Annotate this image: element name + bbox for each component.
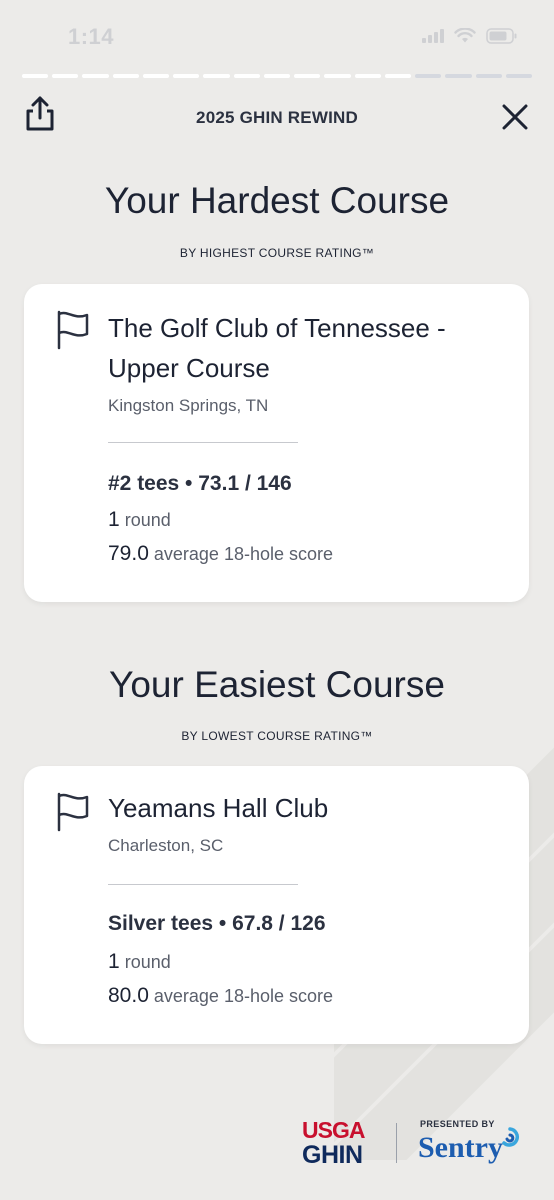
rounds-label: round xyxy=(124,510,171,530)
story-progress-bar xyxy=(22,74,532,78)
sentry-swirl-icon xyxy=(502,1127,519,1147)
progress-segment xyxy=(82,74,109,78)
close-icon xyxy=(502,104,528,130)
card-divider xyxy=(108,884,298,885)
course-name-line-2: Upper Course xyxy=(108,353,270,383)
progress-segment xyxy=(112,74,139,78)
progress-segment xyxy=(22,74,49,78)
header-title: 2025 GHIN REWIND xyxy=(196,108,358,127)
progress-segment xyxy=(354,74,381,78)
progress-segment xyxy=(173,74,200,78)
card-divider xyxy=(108,442,298,443)
progress-segment xyxy=(233,74,260,78)
close-button[interactable] xyxy=(500,102,530,132)
status-bar: 1:14 xyxy=(0,0,554,70)
sentry-logo: Sentry xyxy=(418,1131,503,1164)
course-name-line-1: The Golf Club of Tennessee - xyxy=(108,313,446,343)
logo-divider xyxy=(396,1123,397,1163)
easiest-course-subtitle: BY LOWEST COURSE RATING™ xyxy=(181,729,373,743)
hardest-course-card: The Golf Club of Tennessee - Upper Cours… xyxy=(24,284,529,602)
progress-segment xyxy=(294,74,321,78)
easiest-course-card: Yeamans Hall Club Charleston, SC Silver … xyxy=(24,766,529,1044)
progress-segment xyxy=(324,74,351,78)
flag-icon xyxy=(57,792,89,832)
average-label: average 18-hole score xyxy=(153,544,334,564)
average-label: average 18-hole score xyxy=(153,986,334,1006)
status-icons xyxy=(422,28,518,44)
footer-logos: USGA GHIN PRESENTED BY Sentry xyxy=(300,1115,530,1175)
usga-logo: USGA xyxy=(302,1117,365,1143)
battery-icon xyxy=(486,28,518,44)
wifi-icon xyxy=(454,28,476,44)
progress-segment xyxy=(52,74,79,78)
rounds-label: round xyxy=(124,952,171,972)
progress-segment xyxy=(475,74,502,78)
progress-segment xyxy=(445,74,472,78)
hardest-course-subtitle: BY HIGHEST COURSE RATING™ xyxy=(179,246,375,260)
course-location: Charleston, SC xyxy=(108,836,224,855)
progress-segment xyxy=(384,74,412,78)
status-time: 1:14 xyxy=(68,24,115,49)
progress-segment xyxy=(415,74,442,78)
header: 2025 GHIN REWIND xyxy=(0,92,554,142)
rounds-value: 1 xyxy=(108,508,120,531)
progress-segment xyxy=(142,74,170,78)
ghin-logo: GHIN xyxy=(302,1141,363,1169)
tee-rating: Silver tees • 67.8 / 126 xyxy=(108,912,326,935)
average-score: 79.0 average 18-hole score xyxy=(108,542,333,566)
rounds-played: 1 round xyxy=(108,508,171,532)
flag-icon xyxy=(57,310,89,350)
course-name-line-1: Yeamans Hall Club xyxy=(108,793,329,823)
progress-segment xyxy=(505,74,532,78)
average-score: 80.0 average 18-hole score xyxy=(108,984,333,1008)
rounds-value: 1 xyxy=(108,950,120,973)
progress-segment xyxy=(263,74,291,78)
rounds-played: 1 round xyxy=(108,950,171,974)
presented-by-label: PRESENTED BY xyxy=(420,1119,495,1129)
course-location: Kingston Springs, TN xyxy=(108,396,269,415)
signal-icon xyxy=(422,29,444,43)
hardest-course-title: Your Hardest Course xyxy=(104,180,450,221)
average-value: 79.0 xyxy=(108,542,149,565)
progress-segment xyxy=(203,74,230,78)
tee-rating: #2 tees • 73.1 / 146 xyxy=(108,472,292,495)
average-value: 80.0 xyxy=(108,984,149,1007)
easiest-course-title: Your Easiest Course xyxy=(109,664,445,705)
